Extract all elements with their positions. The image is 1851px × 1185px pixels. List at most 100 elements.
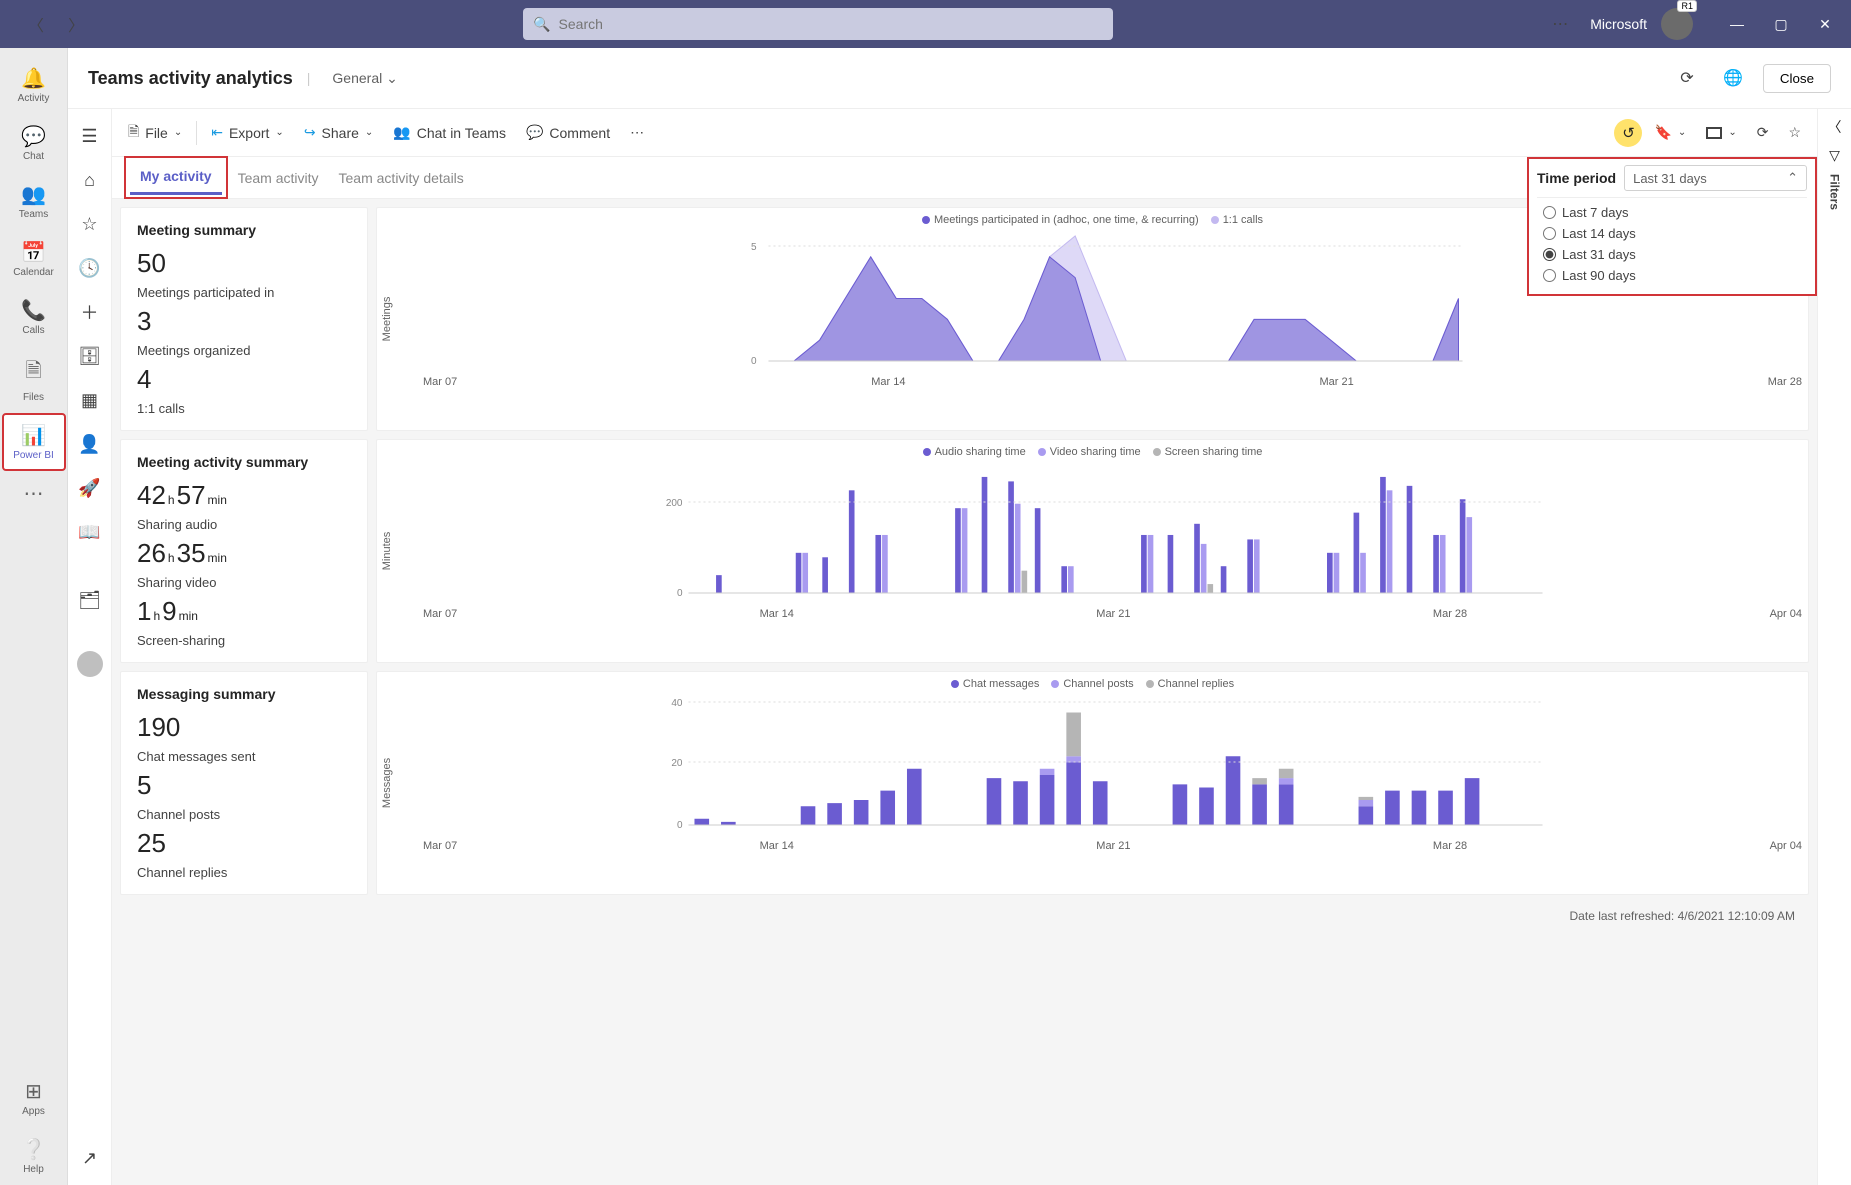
help-icon: ❔ <box>21 1137 46 1162</box>
window-maximize[interactable]: ▢ <box>1763 16 1799 33</box>
export-menu[interactable]: ⇤Export⌄ <box>203 118 292 147</box>
messaging-svg: 40 20 0 <box>377 690 1808 840</box>
refresh-button[interactable]: ⟳ <box>1749 118 1777 147</box>
file-menu[interactable]: 🗎File⌄ <box>120 115 190 151</box>
report-toolbar: 🗎File⌄ ⇤Export⌄ ↪Share⌄ 👥Chat in Teams 💬… <box>112 109 1817 157</box>
comment-button[interactable]: 💬Comment <box>518 118 618 147</box>
svg-text:5: 5 <box>751 242 757 253</box>
nav-hamburger[interactable]: ☰ <box>68 117 112 155</box>
option-90-days[interactable]: Last 90 days <box>1543 265 1807 286</box>
search-icon: 🔍 <box>533 16 550 33</box>
toolbar-more[interactable]: ⋯ <box>622 118 652 147</box>
chevron-down-icon: ⌄ <box>365 127 373 138</box>
activity-chart[interactable]: Audio sharing time Video sharing time Sc… <box>376 439 1809 663</box>
export-icon: ⇤ <box>211 124 223 141</box>
rail-powerbi[interactable]: 📊Power BI <box>2 413 66 471</box>
favorite-button[interactable]: ☆ <box>1780 118 1809 147</box>
view-menu[interactable]: ⌄ <box>1698 121 1744 145</box>
rail-more[interactable]: ⋯ <box>2 471 66 516</box>
ellipsis-icon: ⋯ <box>24 481 44 506</box>
card-title: Meeting activity summary <box>137 454 351 470</box>
one-one-calls-value: 4 <box>137 364 351 395</box>
nav-shared[interactable]: 👤 <box>68 425 112 463</box>
forward-button[interactable]: 〉 <box>60 8 92 40</box>
nav-workspaces[interactable]: 🗂 <box>68 581 112 619</box>
rail-calendar[interactable]: 📅Calendar <box>2 230 66 288</box>
chevron-up-icon: ⌃ <box>1787 170 1798 186</box>
tab-team-activity[interactable]: Team activity <box>228 162 329 194</box>
rail-activity[interactable]: 🔔Activity <box>2 56 66 114</box>
nav-apps-grid[interactable]: ▦ <box>68 381 112 419</box>
nav-favorites[interactable]: ☆ <box>68 205 112 243</box>
meetings-participated-value: 50 <box>137 248 351 279</box>
messaging-summary-card: Messaging summary 190 Chat messages sent… <box>120 671 368 895</box>
reload-button[interactable]: ⟳ <box>1671 62 1703 94</box>
svg-text:20: 20 <box>671 758 683 769</box>
rail-files[interactable]: 🗎Files <box>2 346 66 413</box>
account-label: Microsoft <box>1590 16 1647 32</box>
time-period-options: Last 7 days Last 14 days Last 31 days La… <box>1537 197 1807 294</box>
nav-learn[interactable]: 📖 <box>68 513 112 551</box>
time-period-dropdown[interactable]: Last 31 days ⌃ <box>1624 165 1807 191</box>
globe-button[interactable]: 🌐 <box>1717 62 1749 94</box>
chat-icon: 💬 <box>21 124 46 149</box>
tab-team-details[interactable]: Team activity details <box>329 162 474 194</box>
svg-text:0: 0 <box>677 820 683 831</box>
rail-teams[interactable]: 👥Teams <box>2 172 66 230</box>
filter-funnel-icon: ▽ <box>1829 147 1840 164</box>
messaging-chart[interactable]: Chat messages Channel posts Channel repl… <box>376 671 1809 895</box>
share-icon: ↪ <box>304 124 316 141</box>
svg-text:0: 0 <box>751 356 757 367</box>
rail-chat[interactable]: 💬Chat <box>2 114 66 172</box>
more-options-button[interactable]: ⋯ <box>1544 8 1576 40</box>
rail-apps[interactable]: ⊞Apps <box>2 1069 66 1127</box>
share-menu[interactable]: ↪Share⌄ <box>296 118 381 147</box>
close-button[interactable]: Close <box>1763 64 1831 93</box>
rail-calls[interactable]: 📞Calls <box>2 288 66 346</box>
time-period-label: Time period <box>1537 170 1616 186</box>
option-14-days[interactable]: Last 14 days <box>1543 223 1807 244</box>
app-rail: 🔔Activity 💬Chat 👥Teams 📅Calendar 📞Calls … <box>0 48 68 1185</box>
reset-icon: ↺ <box>1622 124 1635 142</box>
chat-in-teams-button[interactable]: 👥Chat in Teams <box>385 118 514 147</box>
search-input[interactable] <box>559 16 1104 32</box>
nav-popout[interactable]: ↗ <box>68 1139 112 1177</box>
filters-pane-collapsed[interactable]: 〈 ▽ Filters <box>1817 109 1851 1185</box>
svg-text:0: 0 <box>677 588 683 599</box>
chevron-down-icon: ⌄ <box>1728 127 1736 138</box>
nav-datasets[interactable]: 🗄 <box>68 337 112 375</box>
refresh-footer: Date last refreshed: 4/6/2021 12:10:09 A… <box>120 903 1809 929</box>
window-minimize[interactable]: — <box>1719 16 1755 33</box>
apps-icon: ⊞ <box>25 1079 42 1104</box>
option-31-days[interactable]: Last 31 days <box>1543 244 1807 265</box>
meeting-activity-card: Meeting activity summary 42h57min Sharin… <box>120 439 368 663</box>
nav-home[interactable]: ⌂ <box>68 161 112 199</box>
nav-profile[interactable] <box>68 645 112 683</box>
page-icon: 🗎 <box>128 121 139 145</box>
chart-icon: 📊 <box>21 423 46 448</box>
window-close[interactable]: ✕ <box>1807 16 1843 33</box>
bookmark-menu[interactable]: 🔖⌄ <box>1646 118 1694 147</box>
tab-my-activity[interactable]: My activity <box>130 160 222 195</box>
card-title: Messaging summary <box>137 686 351 702</box>
bookmark-icon: 🔖 <box>1654 124 1671 141</box>
activity-svg: 200 0 <box>377 458 1808 608</box>
option-7-days[interactable]: Last 7 days <box>1543 202 1807 223</box>
file-icon: 🗎 <box>25 356 41 390</box>
nav-recent[interactable]: 🕓 <box>68 249 112 287</box>
meetings-organized-value: 3 <box>137 306 351 337</box>
channel-divider: | <box>307 70 311 86</box>
teams-icon: 👥 <box>393 124 410 141</box>
reset-highlight-button[interactable]: ↺ <box>1614 119 1642 147</box>
chevron-down-icon: ⌄ <box>1678 127 1686 138</box>
svg-text:40: 40 <box>671 698 683 709</box>
search-box[interactable]: 🔍 <box>523 8 1113 40</box>
time-period-slicer: Time period Last 31 days ⌃ Last 7 days L… <box>1527 157 1817 296</box>
rail-help[interactable]: ❔Help <box>2 1127 66 1185</box>
avatar[interactable]: R1 <box>1661 8 1693 40</box>
nav-deploy[interactable]: 🚀 <box>68 469 112 507</box>
calendar-icon: 📅 <box>21 240 46 265</box>
nav-create[interactable]: ＋ <box>68 293 112 331</box>
channel-selector[interactable]: General ⌄ <box>332 70 397 87</box>
back-button[interactable]: 〈 <box>20 8 52 40</box>
